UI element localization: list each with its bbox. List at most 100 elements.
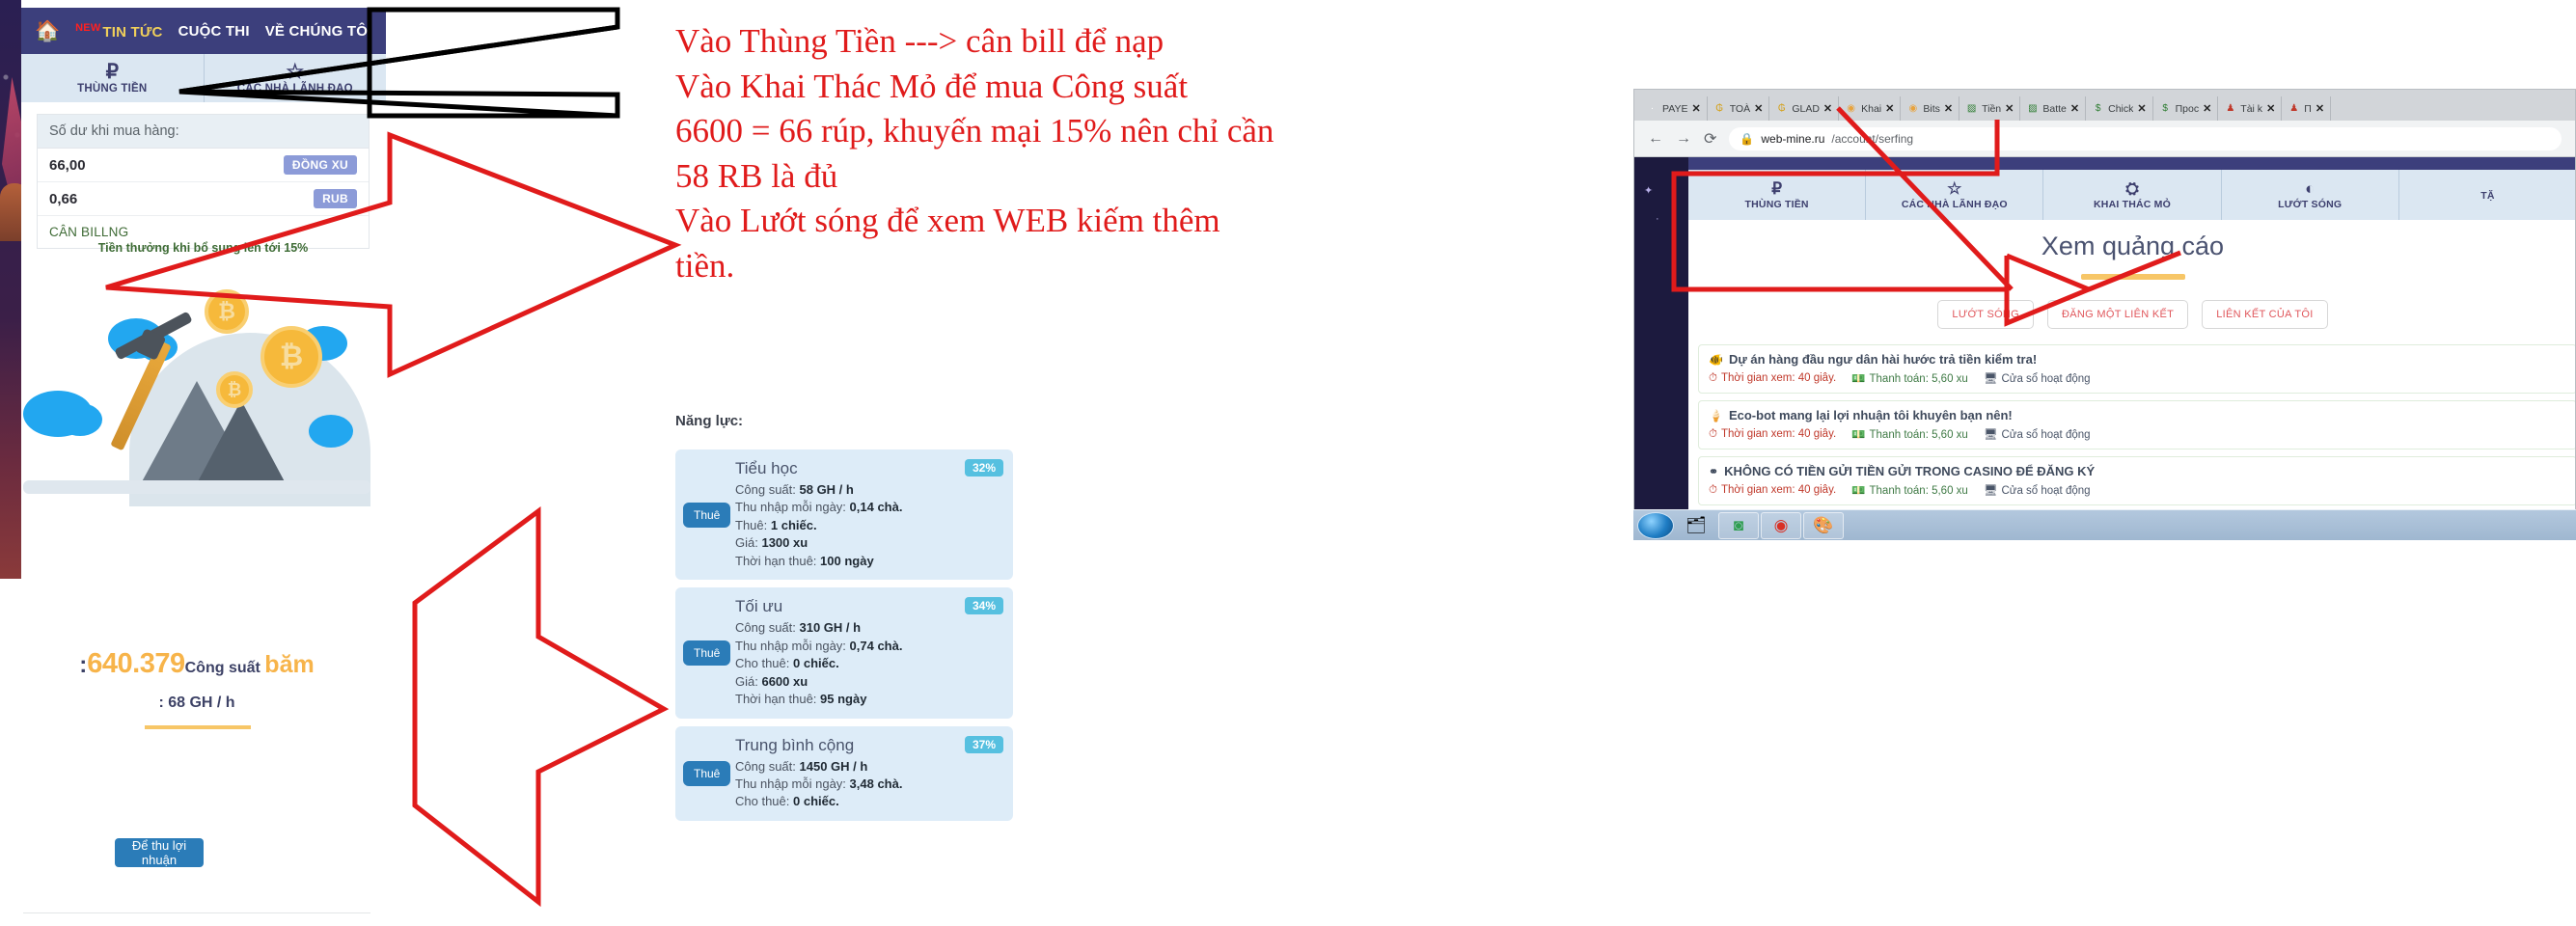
note-line-4: 58 RB là đủ: [675, 156, 838, 195]
cloud-icon: [309, 415, 353, 448]
page-button-đăng-một-liên-kết[interactable]: ĐĂNG MỘT LIÊN KẾT: [2047, 300, 2189, 329]
browser-tab-strip: · PAYE ✕ ₲ TOÀ ✕ ₲ GLAD ✕ ◉ Khai ✕ ◉ Bits ✕ ▨ Tiền ✕ ▨ Batt…: [1634, 90, 2575, 121]
ad-item[interactable]: 🐠 Dự án hàng đầu ngư dân hài hước trả tiề…: [1698, 344, 2575, 394]
fish-icon: 🐠: [1709, 352, 1723, 367]
capacity-rented-label: Cho thuê:: [735, 794, 790, 809]
browser-tab[interactable]: ₲ GLAD ✕: [1769, 96, 1840, 121]
nav-item-contest[interactable]: CUỘC THI: [178, 23, 250, 40]
close-icon[interactable]: ✕: [1754, 102, 1763, 115]
reload-icon[interactable]: ⟳: [1704, 129, 1716, 149]
capacity-income-label: Thu nhập mỗi ngày:: [735, 776, 846, 791]
note-line-3: 6600 = 66 rúp, khuyến mại 15% nên chỉ cầ…: [675, 112, 1274, 150]
page-nav-tab-thùng-tiền[interactable]: ₽ THÙNG TIỀN: [1688, 170, 1867, 220]
close-icon[interactable]: ✕: [2005, 102, 2014, 115]
chrome-icon[interactable]: ◉: [1761, 511, 1801, 539]
tab-leaders[interactable]: ☆ CÁC NHÀ LÃNH ĐẠO: [205, 54, 387, 102]
note-line-2: Vào Khai Thác Mỏ để mua Công suất: [675, 67, 1189, 105]
balance-rub-chip[interactable]: RUB: [314, 189, 357, 208]
capacity-percent-badge: 34%: [964, 597, 1003, 615]
rent-button[interactable]: Thuê: [683, 640, 731, 666]
capacity-rented-line: Thuê: 1 chiếc.: [735, 517, 1001, 534]
capacity-card[interactable]: 37% Thuê Trung bình cộng Công suất: 1450…: [675, 725, 1013, 821]
browser-tab[interactable]: $ Прос ✕: [2153, 96, 2219, 121]
nav-item-news[interactable]: NEW TIN TỨC: [75, 22, 162, 41]
browser-tab[interactable]: ♟ Tài k ✕: [2218, 96, 2283, 121]
browser-tab[interactable]: ◉ Bits ✕: [1901, 96, 1960, 121]
close-icon[interactable]: ✕: [1885, 102, 1894, 115]
back-icon[interactable]: ←: [1648, 130, 1663, 148]
ad-view-time: ⏱ Thời gian xem: 40 giây.: [1709, 427, 1837, 440]
billing-link[interactable]: CÂN BILLNG: [49, 225, 128, 239]
capacity-price-value: 6600 xu: [761, 673, 808, 689]
browser-tab[interactable]: ◉ Khai ✕: [1839, 96, 1902, 121]
page-nav-tab-tặ[interactable]: TẶ: [2399, 170, 2575, 220]
ad-payout: 💵 Thanh toán: 5,60 xu: [1851, 429, 1968, 441]
web-page-viewport: ✦ · ₽ THÙNG TIỀN ☆ CÁC NHÀ LÃNH ĐẠO ⛭ KHAI TH…: [1634, 157, 2575, 520]
ad-item[interactable]: 🍦 Eco-bot mang lại lợi nhuận tôi khuyên b…: [1698, 400, 2575, 449]
power-unit: băm: [264, 651, 315, 678]
browser-tab-title: Bits: [1923, 102, 1940, 115]
annotation-note: Vào Thùng Tiền ---> cân bill để nạp Vào …: [675, 19, 1563, 288]
capacity-income-label: Thu nhập mỗi ngày:: [735, 638, 846, 653]
page-nav-tab-các-nhà-lãnh-đạo[interactable]: ☆ CÁC NHÀ LÃNH ĐẠO: [1866, 170, 2044, 220]
paint-icon[interactable]: 🎨: [1803, 511, 1844, 539]
forward-icon[interactable]: →: [1676, 130, 1691, 148]
sparkle-icon: ·: [1656, 213, 1659, 225]
browser-tab-title: GLAD: [1792, 102, 1820, 115]
browser-tab-title: Khai: [1861, 102, 1882, 115]
ad-view-time: ⏱ Thời gian xem: 40 giây.: [1709, 483, 1837, 496]
home-icon[interactable]: 🏠: [35, 21, 60, 41]
browser-tab[interactable]: ▨ Batte ✕: [2020, 96, 2087, 121]
page-nav-tab-khai-thác-mỏ[interactable]: ⛭ KHAI THÁC MỎ: [2043, 170, 2222, 220]
page-nav-tab-label: TẶ: [2480, 190, 2495, 202]
capacity-term-line: Thời hạn thuê: 100 ngày: [735, 553, 1001, 570]
capacity-card[interactable]: 32% Thuê Tiểu học Công suất: 58 GH / h T…: [675, 449, 1013, 581]
browser-tab[interactable]: ₲ TOÀ ✕: [1708, 96, 1770, 121]
capacity-rented-value: 1 chiếc.: [770, 517, 817, 532]
balance-row-coins: 66,00 ĐỒNG XU: [38, 149, 369, 182]
capacity-power-line: Công suất: 1450 GH / h: [735, 758, 1001, 776]
ad-title: Dự án hàng đầu ngư dân hài hước trả tiền…: [1728, 352, 2038, 367]
balance-coins-chip[interactable]: ĐỒNG XU: [283, 155, 357, 175]
nav-item-about[interactable]: VỀ CHÚNG TÔI: [265, 23, 372, 40]
page-nav-tab-label: THÙNG TIỀN: [1744, 198, 1809, 210]
page-button-liên-kết-của-tôi[interactable]: LIÊN KẾT CỦA TÔI: [2202, 300, 2328, 329]
browser-tab[interactable]: $ Chick ✕: [2086, 96, 2153, 121]
ruble-icon: ₽: [1771, 178, 1783, 198]
close-icon[interactable]: ✕: [1691, 102, 1700, 115]
page-button-lướt-sóng[interactable]: LƯỚT SÓNG: [1937, 300, 2035, 329]
monitor-icon: 🖥: [1983, 429, 1998, 441]
rent-button[interactable]: Thuê: [683, 502, 731, 528]
close-icon[interactable]: ✕: [1823, 102, 1832, 115]
browser-tab[interactable]: ▨ Tiền ✕: [1959, 96, 2021, 121]
collect-profit-button[interactable]: Để thu lợi nhuận: [115, 838, 204, 867]
close-icon[interactable]: ✕: [2266, 102, 2275, 115]
capacity-rented-label: Thuê:: [735, 517, 768, 532]
page-nav-tab-lướt-sóng[interactable]: ◐ LƯỚT SÓNG: [2222, 170, 2399, 220]
opera-icon[interactable]: ◙: [1718, 511, 1759, 539]
icecream-icon: 🍦: [1709, 408, 1723, 422]
panel-divider: [23, 912, 370, 913]
browser-tab-title: Tiền: [1982, 102, 2002, 115]
windows-start-icon[interactable]: [1637, 511, 1674, 539]
ad-item[interactable]: ⚭ KHÔNG CÓ TIỀN GỬI TIỀN GỬI TRONG CASINO…: [1698, 456, 2575, 505]
close-icon[interactable]: ✕: [1944, 102, 1953, 115]
title-underline: [2080, 274, 2185, 280]
money-icon: 💵: [1851, 373, 1866, 385]
eye-icon: ◐: [2305, 178, 2316, 198]
close-icon[interactable]: ✕: [2203, 102, 2211, 115]
close-icon[interactable]: ✕: [2070, 102, 2079, 115]
tab-thung-tien[interactable]: ₽ THÙNG TIỀN: [21, 54, 205, 102]
balance-coins-amount: 66,00: [49, 156, 86, 174]
close-icon[interactable]: ✕: [2316, 102, 2324, 115]
browser-tab[interactable]: · PAYE ✕: [1640, 96, 1708, 121]
close-icon[interactable]: ✕: [2137, 102, 2146, 115]
folder-explorer-icon[interactable]: 🗂: [1676, 512, 1716, 539]
capacity-card[interactable]: 34% Thuê Tối ưu Công suất: 310 GH / h Th…: [675, 587, 1013, 719]
coin-icon: ₲: [1777, 103, 1786, 114]
capacity-term-value: 95 ngày: [820, 692, 867, 707]
address-bar[interactable]: 🔒 web-mine.ru/account/serfing: [1729, 126, 2562, 150]
clock-icon: ⏱: [1709, 483, 1717, 496]
browser-tab[interactable]: ♟ П ✕: [2282, 96, 2332, 121]
rent-button[interactable]: Thuê: [683, 760, 731, 786]
